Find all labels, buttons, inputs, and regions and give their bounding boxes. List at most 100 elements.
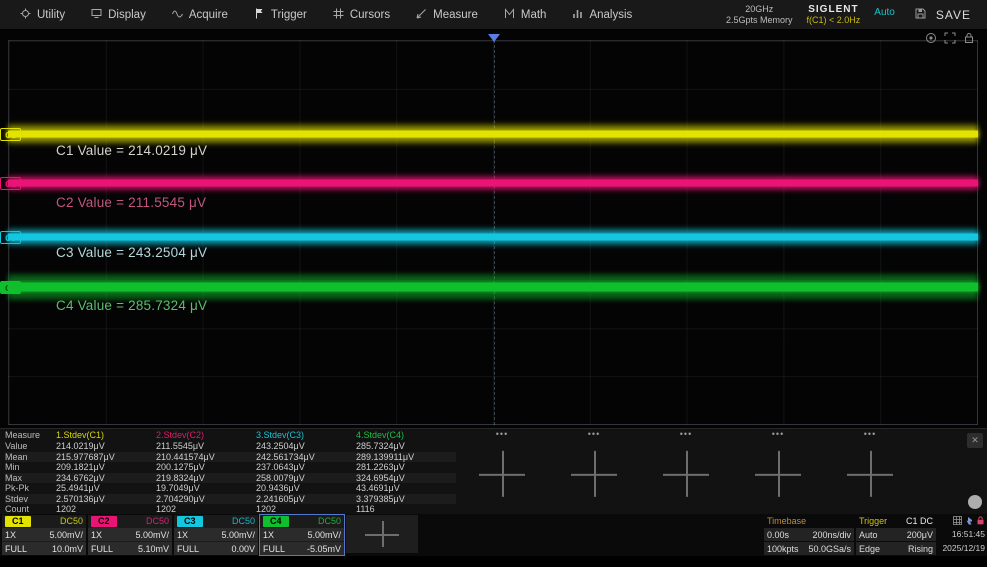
clock-date: 2025/12/19 [938, 542, 985, 555]
more-options-icon[interactable]: ••• [548, 430, 640, 441]
measure-header-c2[interactable]: 2.Stdev(C2) [156, 430, 256, 441]
measure-row-label: Count [5, 504, 56, 515]
bandwidth-readout: 20GHz [726, 4, 793, 15]
more-options-icon[interactable]: ••• [824, 430, 916, 441]
menu-item-label: Analysis [589, 9, 632, 21]
measure-row-label: Measure [5, 430, 56, 441]
measure-slot-empty-4[interactable]: ••• [732, 430, 824, 514]
channel-status-c1[interactable]: C1DC50 1X5.00mV/ FULL10.0mV [2, 515, 86, 555]
measure-header-c3[interactable]: 3.Stdev(C3) [256, 430, 356, 441]
more-options-icon[interactable]: ••• [732, 430, 824, 441]
measure-cell: 258.0079μV [256, 473, 356, 484]
measure-cell: 281.2263μV [356, 462, 456, 473]
probe-readout: 1X [91, 530, 102, 540]
measure-slot-empty-1[interactable]: ••• [456, 430, 548, 514]
bandwidth-limit-readout: FULL [177, 544, 199, 554]
display-corner-icons [925, 31, 975, 49]
timebase-scale: 200ns/div [812, 530, 851, 540]
measure-header-c4[interactable]: 4.Stdev(C4) [356, 430, 456, 441]
menu-bar: Utility Display Acquire Trigger Cursors … [0, 0, 987, 30]
measure-column-c1: 1.Stdev(C1) 214.0219μV 215.977687μV 209.… [56, 430, 156, 514]
measure-cell: 242.561734μV [256, 452, 356, 463]
channel-status-c3[interactable]: C3DC50 1X5.00mV/ FULL0.00V [174, 515, 258, 555]
trigger-level: 200μV [907, 530, 933, 540]
save-button[interactable]: SAVE [909, 5, 977, 25]
measure-row-label: Max [5, 473, 56, 484]
measure-row-label: Stdev [5, 494, 56, 505]
trace-c2[interactable] [8, 175, 978, 191]
measure-slot-empty-3[interactable]: ••• [640, 430, 732, 514]
menu-item-cursors[interactable]: Cursors [323, 4, 404, 26]
menu-item-utility[interactable]: Utility [10, 4, 79, 26]
menu-item-acquire[interactable]: Acquire [162, 4, 242, 26]
menu-item-label: Measure [433, 9, 478, 21]
trigger-box[interactable]: TriggerC1 DC Auto200μV EdgeRising [856, 515, 936, 555]
measure-slot-empty-2[interactable]: ••• [548, 430, 640, 514]
menu-item-label: Display [108, 9, 146, 21]
measurement-panel: Measure Value Mean Min Max Pk-Pk Stdev C… [0, 428, 987, 514]
scale-readout: 5.00mV/ [135, 530, 169, 540]
measure-row-labels: Measure Value Mean Min Max Pk-Pk Stdev C… [0, 430, 56, 514]
touch-status-icon[interactable] [965, 516, 973, 527]
trigger-source: C1 DC [906, 516, 933, 526]
channel-status-c2[interactable]: C2DC50 1X5.00mV/ FULL5.10mV [88, 515, 172, 555]
measure-cell: 237.0643μV [256, 462, 356, 473]
menu-item-math[interactable]: Math [494, 4, 561, 26]
measure-cell: 2.704290μV [156, 494, 256, 505]
measure-cell: 219.8324μV [156, 473, 256, 484]
measure-slot-empty-5[interactable]: ••• [824, 430, 916, 514]
alarm-status-icon[interactable] [976, 516, 985, 527]
lock-icon[interactable] [963, 31, 975, 49]
measure-cell: 3.379385μV [356, 494, 456, 505]
acquire-wave-icon [172, 8, 183, 22]
measure-row-label: Min [5, 462, 56, 473]
measure-column-c4: 4.Stdev(C4) 285.7324μV 289.139911μV 281.… [356, 430, 456, 514]
brand-logo: SIGLENT [807, 4, 861, 15]
grid-status-icon[interactable] [953, 516, 962, 527]
trace-c3[interactable] [8, 228, 978, 246]
trace-c1[interactable] [8, 124, 978, 144]
probe-readout: 1X [177, 530, 188, 540]
record-icon[interactable] [925, 31, 937, 49]
trace-value-label-c3: C3 Value = 243.2504 μV [56, 245, 207, 260]
channel-status-c4[interactable]: C4DC50 1X5.00mV/ FULL-5.05mV [260, 515, 344, 555]
measure-cell: 1202 [56, 504, 156, 515]
trigger-flag-icon [254, 8, 265, 22]
measure-cell: 1116 [356, 504, 456, 515]
analysis-bars-icon [572, 8, 583, 22]
timebase-box[interactable]: Timebase 0.00s200ns/div 100kpts50.0GSa/s [764, 515, 854, 555]
measure-cell: 285.7324μV [356, 441, 456, 452]
clock-time: 16:51:45 [938, 528, 985, 541]
scale-readout: 5.00mV/ [307, 530, 341, 540]
menu-item-trigger[interactable]: Trigger [244, 4, 321, 26]
cursors-crosshair-icon [333, 8, 344, 22]
add-channel-button[interactable] [346, 515, 418, 553]
offset-readout: 0.00V [231, 544, 255, 554]
more-options-icon[interactable]: ••• [640, 430, 732, 441]
trigger-position-icon[interactable] [488, 34, 500, 42]
timebase-delay: 0.00s [767, 530, 789, 540]
datetime-box: 16:51:45 2025/12/19 [938, 515, 985, 555]
probe-readout: 1X [5, 530, 16, 540]
scroll-handle[interactable] [968, 495, 982, 509]
channel-badge-c4: C4 [263, 516, 289, 527]
close-icon[interactable]: ✕ [967, 433, 983, 448]
trace-value-label-c1: C1 Value = 214.0219 μV [56, 143, 207, 158]
trace-c4[interactable] [8, 274, 978, 300]
brand-block: SIGLENT f(C1) < 2.0Hz [807, 4, 861, 26]
menu-item-measure[interactable]: Measure [406, 4, 492, 26]
save-button-label: SAVE [936, 8, 971, 22]
trace-value-label-c4: C4 Value = 285.7324 μV [56, 298, 207, 313]
menu-item-display[interactable]: Display [81, 4, 160, 26]
trigger-slope: Rising [908, 544, 933, 554]
bottom-status-bar: C1DC50 1X5.00mV/ FULL10.0mV C2DC50 1X5.0… [0, 514, 987, 556]
measure-cell: 1202 [256, 504, 356, 515]
fullscreen-icon[interactable] [944, 31, 956, 49]
measure-header-c1[interactable]: 1.Stdev(C1) [56, 430, 156, 441]
scale-readout: 5.00mV/ [49, 530, 83, 540]
utility-gear-icon [20, 8, 31, 22]
menu-item-analysis[interactable]: Analysis [562, 4, 646, 26]
memory-readout: 2.5Gpts Memory [726, 15, 793, 26]
probe-readout: 1X [263, 530, 274, 540]
more-options-icon[interactable]: ••• [456, 430, 548, 441]
